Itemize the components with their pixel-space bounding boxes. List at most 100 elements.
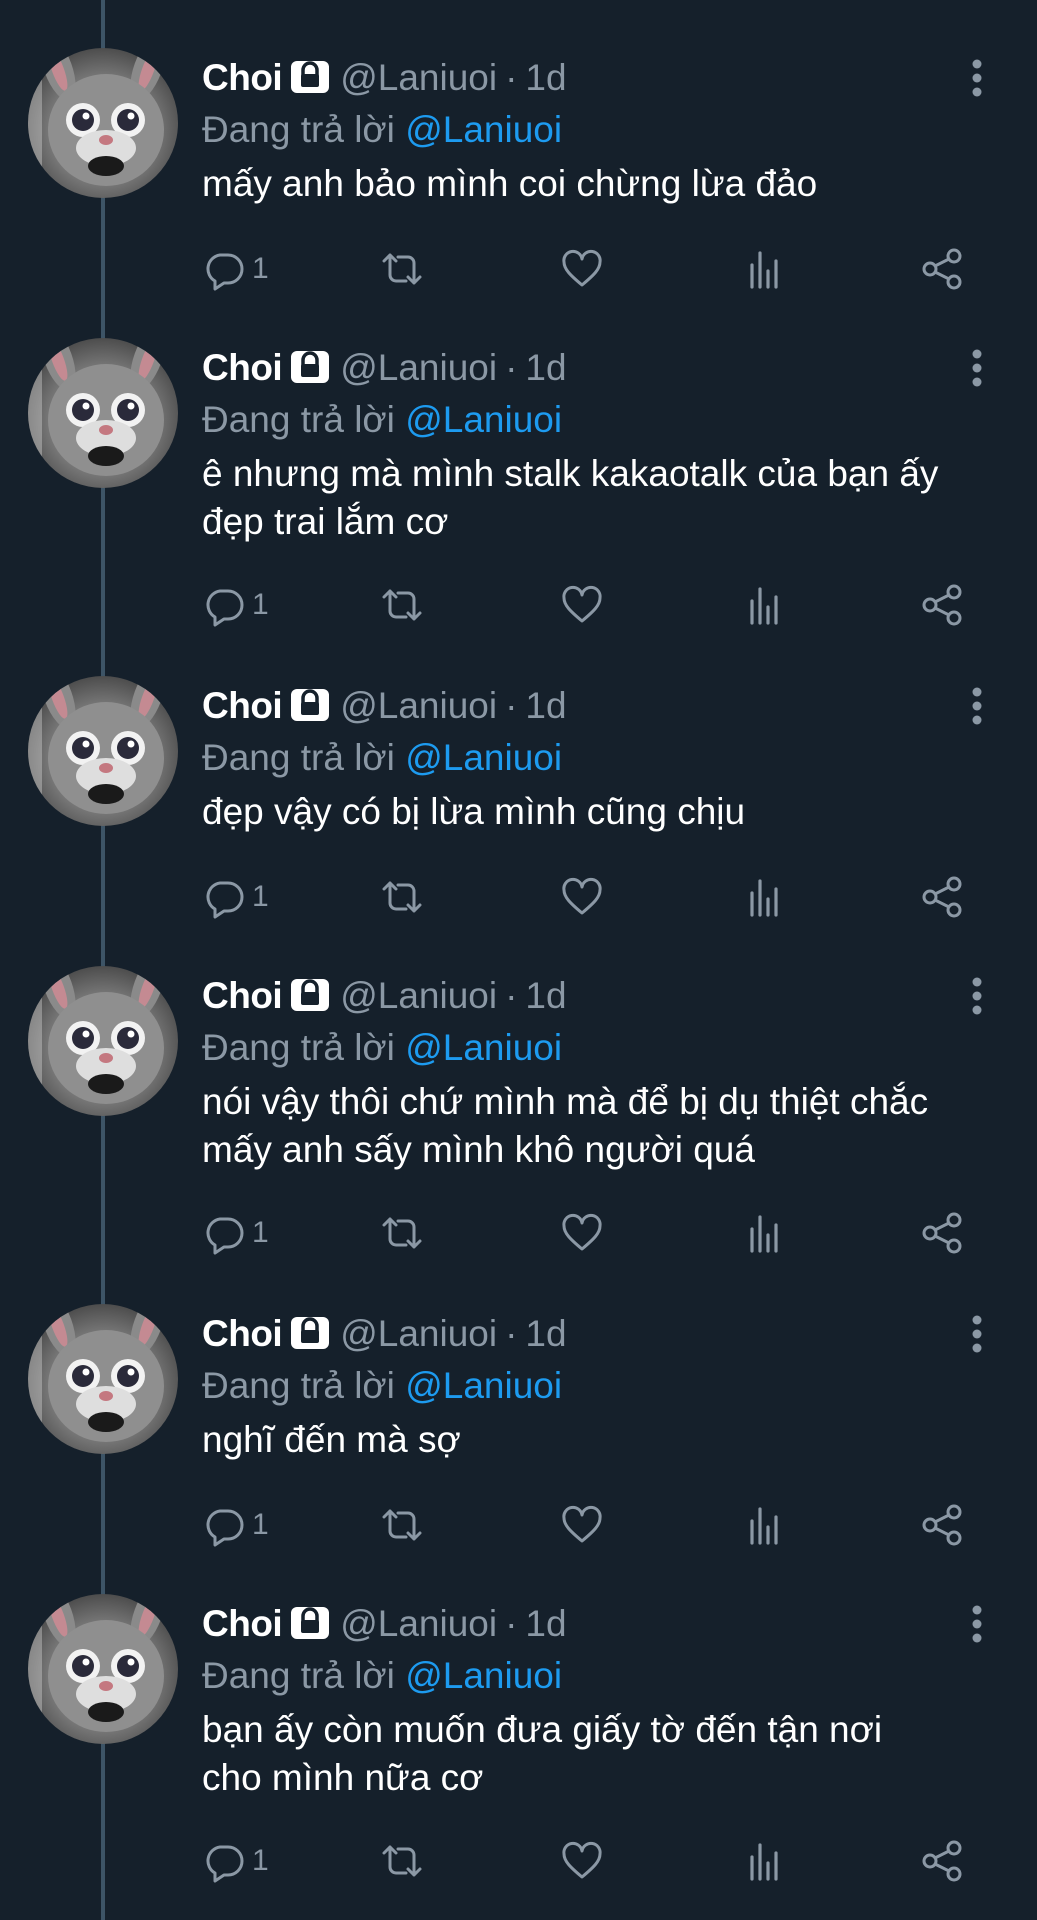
display-name[interactable]: Choi xyxy=(202,1313,283,1355)
separator-dot: · xyxy=(505,1313,518,1354)
display-name[interactable]: Choi xyxy=(202,1603,283,1645)
tweet[interactable]: Choi @Laniuoi · 1d Đang trả lời @Laniuoi… xyxy=(0,918,1037,1258)
user-handle[interactable]: @Laniuoi xyxy=(340,1603,497,1645)
tweet-text: nghĩ đến mà sợ xyxy=(202,1416,997,1464)
replying-to-mention[interactable]: @Laniuoi xyxy=(405,399,562,440)
tweet-text: đẹp vậy có bị lừa mình cũng chịu xyxy=(202,788,997,836)
tweet[interactable]: Choi @Laniuoi · 1d Đang trả lời @Laniuoi… xyxy=(0,1256,1037,1547)
tweet-text-line: đẹp trai lắm cơ xyxy=(202,501,449,542)
user-handle[interactable]: @Laniuoi xyxy=(340,975,497,1017)
avatar[interactable] xyxy=(28,676,178,826)
retweet-button[interactable] xyxy=(380,1836,424,1886)
replying-to-line: Đang trả lời @Laniuoi xyxy=(202,1362,997,1410)
views-button[interactable] xyxy=(742,1500,786,1550)
display-name[interactable]: Choi xyxy=(202,347,283,389)
more-vertical-icon[interactable] xyxy=(957,340,997,396)
replying-to-line: Đang trả lời @Laniuoi xyxy=(202,396,997,444)
heart-icon xyxy=(562,585,602,623)
views-button[interactable] xyxy=(742,580,786,630)
more-vertical-icon[interactable] xyxy=(957,1596,997,1652)
timestamp[interactable]: 1d xyxy=(525,685,566,727)
views-chart-icon xyxy=(750,251,778,289)
reply-button[interactable]: 1 xyxy=(202,580,269,630)
tweet-text-line: mấy anh bảo mình coi chừng lừa đảo xyxy=(202,163,818,204)
tweet-text-line: đẹp vậy có bị lừa mình cũng chịu xyxy=(202,791,746,832)
reply-button[interactable]: 1 xyxy=(202,1208,269,1258)
timestamp[interactable]: 1d xyxy=(525,1603,566,1645)
share-button[interactable] xyxy=(920,580,964,630)
reply-button[interactable]: 1 xyxy=(202,872,269,922)
share-button[interactable] xyxy=(920,1208,964,1258)
avatar[interactable] xyxy=(28,1304,178,1454)
share-button[interactable] xyxy=(920,244,964,294)
replying-to-mention[interactable]: @Laniuoi xyxy=(405,1655,562,1696)
retweet-button[interactable] xyxy=(380,580,424,630)
share-icon xyxy=(922,248,962,290)
timestamp[interactable]: 1d xyxy=(525,347,566,389)
lock-icon xyxy=(290,976,330,1012)
avatar[interactable] xyxy=(28,338,178,488)
views-button[interactable] xyxy=(742,244,786,294)
views-chart-icon xyxy=(750,587,778,625)
more-vertical-icon[interactable] xyxy=(957,50,997,106)
bunny-avatar-image xyxy=(28,48,166,198)
user-handle[interactable]: @Laniuoi xyxy=(340,347,497,389)
replying-to-mention[interactable]: @Laniuoi xyxy=(405,109,562,150)
replying-to-line: Đang trả lời @Laniuoi xyxy=(202,734,997,782)
reply-count: 1 xyxy=(252,1508,269,1541)
views-button[interactable] xyxy=(742,1208,786,1258)
reply-icon xyxy=(206,1217,244,1255)
tweet[interactable]: Choi @Laniuoi · 1d Đang trả lời @Laniuoi… xyxy=(0,1546,1037,1920)
heart-icon xyxy=(562,877,602,915)
user-handle[interactable]: @Laniuoi xyxy=(340,1313,497,1355)
like-button[interactable] xyxy=(560,244,604,294)
share-button[interactable] xyxy=(920,1500,964,1550)
like-button[interactable] xyxy=(560,872,604,922)
reply-icon xyxy=(206,253,244,291)
user-handle[interactable]: @Laniuoi xyxy=(340,57,497,99)
timestamp[interactable]: 1d xyxy=(525,57,566,99)
more-vertical-icon[interactable] xyxy=(957,1306,997,1362)
views-chart-icon xyxy=(750,1843,778,1881)
bunny-avatar-image xyxy=(28,966,166,1116)
tweet[interactable]: Choi @Laniuoi · 1d Đang trả lời @Laniuoi… xyxy=(0,628,1037,919)
replying-to-mention[interactable]: @Laniuoi xyxy=(405,737,562,778)
lock-icon xyxy=(290,686,330,722)
replying-prefix: Đang trả lời xyxy=(202,399,395,440)
views-button[interactable] xyxy=(742,872,786,922)
tweet[interactable]: Choi @Laniuoi · 1d Đang trả lời @Laniuoi… xyxy=(0,0,1037,330)
like-button[interactable] xyxy=(560,1836,604,1886)
tweet[interactable]: Choi @Laniuoi · 1d Đang trả lời @Laniuoi… xyxy=(0,290,1037,630)
display-name[interactable]: Choi xyxy=(202,57,283,99)
retweet-icon xyxy=(382,1845,422,1877)
like-button[interactable] xyxy=(560,580,604,630)
reply-button[interactable]: 1 xyxy=(202,1500,269,1550)
retweet-button[interactable] xyxy=(380,1500,424,1550)
more-vertical-icon[interactable] xyxy=(957,968,997,1024)
display-name[interactable]: Choi xyxy=(202,975,283,1017)
replying-to-mention[interactable]: @Laniuoi xyxy=(405,1027,562,1068)
retweet-button[interactable] xyxy=(380,1208,424,1258)
retweet-icon xyxy=(382,1509,422,1541)
avatar[interactable] xyxy=(28,966,178,1116)
avatar[interactable] xyxy=(28,48,178,198)
avatar[interactable] xyxy=(28,1594,178,1744)
replying-to-mention[interactable]: @Laniuoi xyxy=(405,1365,562,1406)
display-name[interactable]: Choi xyxy=(202,685,283,727)
action-bar: 1 xyxy=(202,1500,977,1550)
views-button[interactable] xyxy=(742,1836,786,1886)
retweet-button[interactable] xyxy=(380,872,424,922)
reply-button[interactable]: 1 xyxy=(202,1836,269,1886)
like-button[interactable] xyxy=(560,1208,604,1258)
share-button[interactable] xyxy=(920,872,964,922)
share-button[interactable] xyxy=(920,1836,964,1886)
timestamp[interactable]: 1d xyxy=(525,975,566,1017)
reply-button[interactable]: 1 xyxy=(202,244,269,294)
like-button[interactable] xyxy=(560,1500,604,1550)
separator-dot: · xyxy=(505,975,518,1016)
timestamp[interactable]: 1d xyxy=(525,1313,566,1355)
user-handle[interactable]: @Laniuoi xyxy=(340,685,497,727)
share-icon xyxy=(922,1504,962,1546)
retweet-button[interactable] xyxy=(380,244,424,294)
more-vertical-icon[interactable] xyxy=(957,678,997,734)
